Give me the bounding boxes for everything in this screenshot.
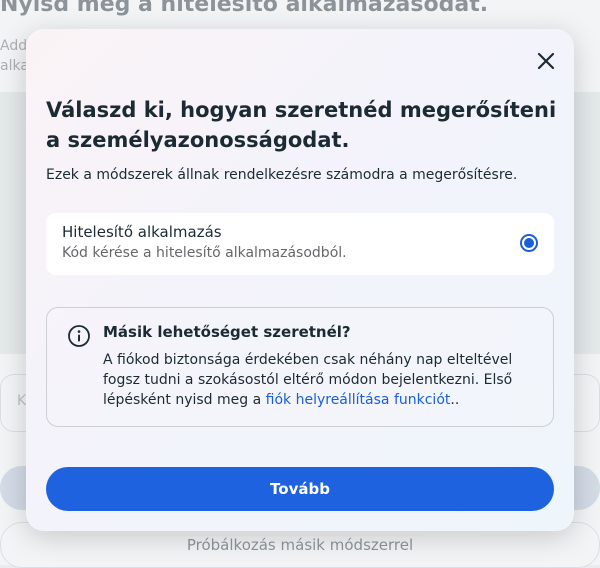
info-text-end: .. [450,392,460,408]
info-title: Másik lehetőséget szeretnél? [103,323,351,341]
option-description: Kód kérése a hitelesítő alkalmazásodból. [62,245,347,261]
account-recovery-link[interactable]: fiók helyreállítása funkciót [266,392,451,408]
close-icon [537,52,555,70]
option-title: Hitelesítő alkalmazás [62,223,222,241]
option-authenticator-app[interactable]: Hitelesítő alkalmazás Kód kérése a hitel… [46,213,554,275]
background-title: Nyisd meg a hitelesítő alkalmazásodat. [0,0,489,17]
radio-dot [524,238,534,248]
info-icon [68,325,90,347]
verification-method-dialog: Válaszd ki, hogyan szeretnéd megerősíten… [26,29,574,531]
info-box: Másik lehetőséget szeretnél? A fiókod bi… [46,307,554,427]
radio-selected-icon[interactable] [520,234,538,252]
dialog-subtitle: Ezek a módszerek állnak rendelkezésre sz… [46,167,518,183]
background-field-placeholder: K [17,393,27,409]
continue-button[interactable]: Tovább [46,467,554,511]
close-button[interactable] [532,47,560,75]
info-text: A fiókod biztonsága érdekében csak néhán… [103,350,539,410]
dialog-title: Válaszd ki, hogyan szeretnéd megerősíten… [46,98,557,152]
